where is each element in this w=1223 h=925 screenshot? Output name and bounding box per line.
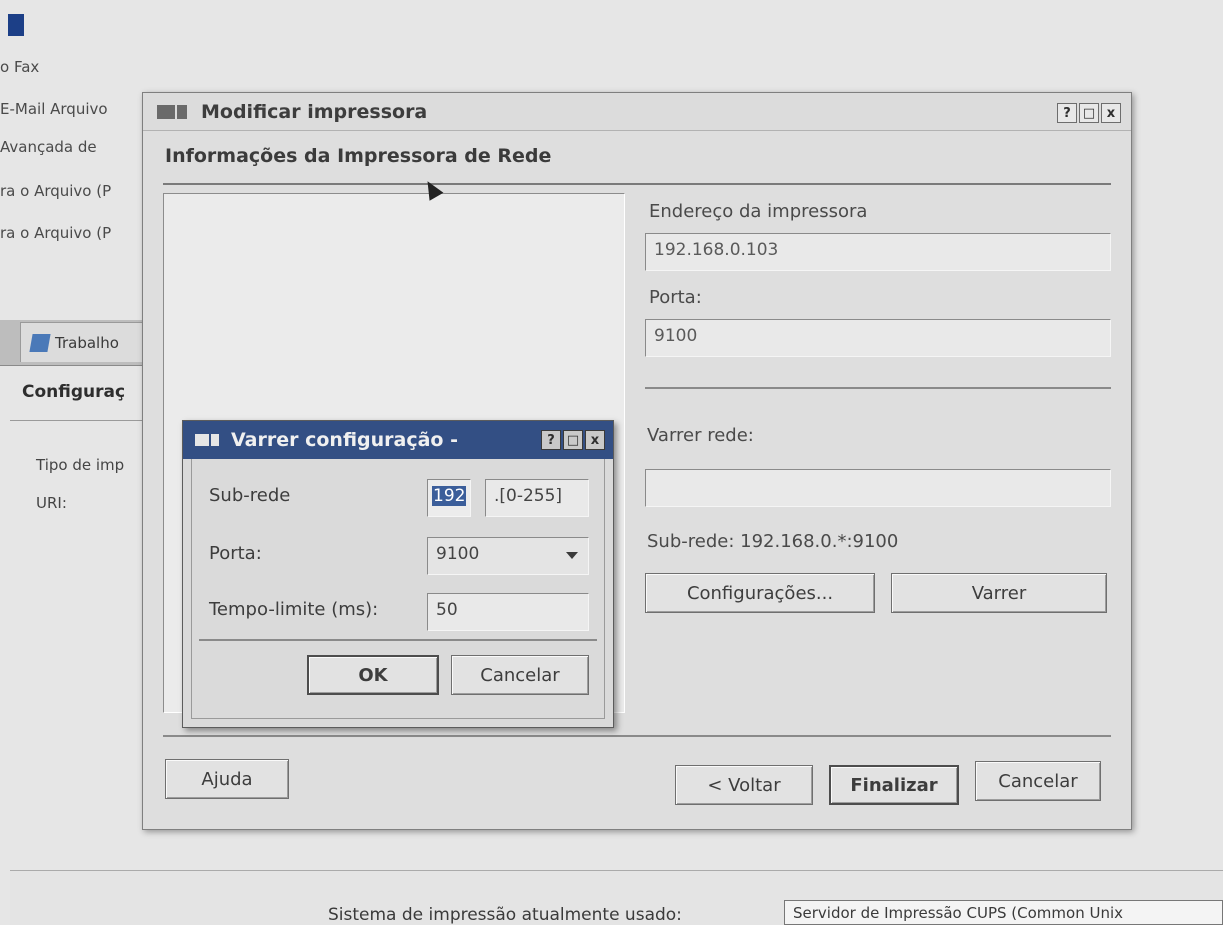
- divider: [163, 735, 1111, 737]
- port-select-value: 9100: [436, 544, 480, 564]
- app-icon: [8, 14, 24, 36]
- scan-config-dialog: Varrer configuração - ? □ x Sub-rede 192…: [182, 420, 614, 728]
- divider: [10, 420, 150, 421]
- dialog-titlebar[interactable]: Modificar impressora ? □ x: [143, 93, 1131, 131]
- scan-button[interactable]: Varrer: [891, 573, 1107, 613]
- cancel-button[interactable]: Cancelar: [451, 655, 589, 695]
- address-input[interactable]: 192.168.0.103: [645, 233, 1111, 271]
- scan-dialog-titlebar[interactable]: Varrer configuração - ? □ x: [183, 421, 613, 459]
- maximize-icon[interactable]: □: [1079, 103, 1099, 123]
- menu-item[interactable]: ra o Arquivo (P: [0, 224, 111, 242]
- divider: [199, 639, 597, 641]
- subnet-label: Sub-rede: [209, 485, 291, 506]
- menu-item[interactable]: Avançada de: [0, 138, 97, 156]
- maximize-icon[interactable]: □: [563, 430, 583, 450]
- printer-icon: [157, 102, 195, 122]
- timeout-input[interactable]: 50: [427, 593, 589, 631]
- menu-item[interactable]: E-Mail Arquivo: [0, 100, 108, 118]
- subnet-value: 192: [432, 486, 467, 506]
- help-icon[interactable]: ?: [541, 430, 561, 450]
- help-icon[interactable]: ?: [1057, 103, 1077, 123]
- menu-item[interactable]: o Fax: [0, 58, 39, 76]
- cancel-button[interactable]: Cancelar: [975, 761, 1101, 801]
- status-text: Sistema de impressão atualmente usado:: [328, 905, 682, 925]
- tab-label: Trabalho: [55, 333, 119, 352]
- port-label: Porta:: [649, 287, 702, 308]
- address-label: Endereço da impressora: [649, 201, 868, 222]
- chevron-down-icon: [566, 552, 578, 559]
- page-title: Informações da Impressora de Rede: [165, 145, 552, 167]
- close-icon[interactable]: x: [585, 430, 605, 450]
- scan-network-list[interactable]: [645, 469, 1111, 507]
- printer-type-label: Tipo de imp: [36, 456, 125, 474]
- tab-trabalho[interactable]: Trabalho: [20, 322, 148, 362]
- divider: [645, 387, 1111, 389]
- subnet-info: Sub-rede: 192.168.0.*:9100: [647, 531, 899, 552]
- ok-button[interactable]: OK: [307, 655, 439, 695]
- back-button[interactable]: < Voltar: [675, 765, 813, 805]
- uri-label: URI:: [36, 494, 67, 512]
- divider: [163, 183, 1111, 185]
- section-title: Configuraç: [22, 382, 126, 402]
- printer-icon: [195, 431, 225, 449]
- jobs-icon: [29, 333, 51, 352]
- finish-button[interactable]: Finalizar: [829, 765, 959, 805]
- timeout-label: Tempo-limite (ms):: [209, 599, 379, 620]
- settings-button[interactable]: Configurações...: [645, 573, 875, 613]
- print-system-select[interactable]: Servidor de Impressão CUPS (Common Unix: [784, 900, 1223, 925]
- subnet-input[interactable]: 192: [427, 479, 471, 517]
- menu-item[interactable]: ra o Arquivo (P: [0, 182, 111, 200]
- help-button[interactable]: Ajuda: [165, 759, 289, 799]
- subnet-range-input[interactable]: .[0-255]: [485, 479, 589, 517]
- port-label: Porta:: [209, 543, 262, 564]
- scan-network-label: Varrer rede:: [647, 425, 754, 446]
- scan-dialog-title: Varrer configuração -: [231, 429, 458, 451]
- port-input[interactable]: 9100: [645, 319, 1111, 357]
- dialog-title: Modificar impressora: [201, 100, 428, 123]
- port-select[interactable]: 9100: [427, 537, 589, 575]
- close-icon[interactable]: x: [1101, 103, 1121, 123]
